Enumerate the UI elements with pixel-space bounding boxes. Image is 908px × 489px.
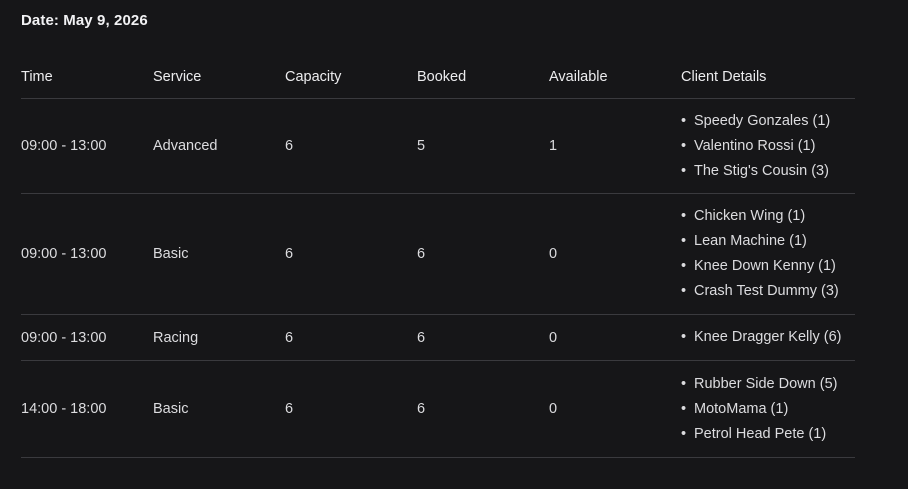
list-item: • Knee Down Kenny (1) [681, 258, 836, 274]
table-row: 09:00 - 13:00 Advanced 6 5 1 • Speedy Gon… [21, 98, 855, 194]
service-cell: Advanced [153, 98, 285, 194]
client-entry: The Stig's Cousin (3) [694, 162, 829, 179]
client-entry: Knee Down Kenny (1) [694, 258, 836, 274]
capacity-cell: 6 [285, 314, 417, 361]
list-item: • Crash Test Dummy (3) [681, 283, 839, 299]
column-header-capacity: Capacity [285, 56, 417, 99]
list-item: • MotoMama (1) [681, 400, 789, 417]
date-heading: Date: May 9, 2026 [21, 12, 148, 29]
client-details-cell: • Chicken Wing (1) • Lean Machine (1) • Kne… [681, 193, 855, 315]
client-entry: Rubber Side Down (5) [694, 375, 838, 392]
available-cell: 0 [549, 314, 681, 361]
table-row: 14:00 - 18:00 Basic 6 6 0 • Rubber Side D… [21, 360, 855, 458]
client-entry: Valentino Rossi (1) [694, 137, 816, 154]
list-item: • Rubber Side Down (5) [681, 375, 838, 392]
time-cell: 09:00 - 13:00 [21, 193, 153, 315]
client-entry: MotoMama (1) [694, 400, 789, 417]
available-cell: 0 [549, 360, 681, 458]
list-item: • Knee Dragger Kelly (6) [681, 329, 842, 345]
schedule-table: Time Service Capacity Booked Available C… [21, 56, 855, 458]
list-item: • Chicken Wing (1) [681, 208, 806, 224]
capacity-cell: 6 [285, 193, 417, 315]
client-details-cell: • Knee Dragger Kelly (6) [681, 314, 855, 361]
service-cell: Basic [153, 193, 285, 315]
capacity-cell: 6 [285, 360, 417, 458]
client-entry: Chicken Wing (1) [694, 208, 806, 224]
client-entry: Speedy Gonzales (1) [694, 112, 831, 129]
client-entry: Knee Dragger Kelly (6) [694, 329, 842, 345]
column-header-service: Service [153, 56, 285, 99]
service-cell: Racing [153, 314, 285, 361]
booked-cell: 6 [417, 193, 549, 315]
client-list: • Speedy Gonzales (1) • Valentino Rossi (1… [681, 109, 855, 184]
column-header-available: Available [549, 56, 681, 99]
table-header-row: Time Service Capacity Booked Available C… [21, 56, 855, 99]
table-row: 09:00 - 13:00 Racing 6 6 0 • Knee Dragger… [21, 314, 855, 361]
available-cell: 0 [549, 193, 681, 315]
client-details-cell: • Speedy Gonzales (1) • Valentino Rossi (1… [681, 98, 855, 194]
time-cell: 09:00 - 13:00 [21, 98, 153, 194]
list-item: • The Stig's Cousin (3) [681, 162, 829, 179]
table-row: 09:00 - 13:00 Basic 6 6 0 • Chicken Wing … [21, 193, 855, 315]
list-item: • Lean Machine (1) [681, 233, 807, 249]
client-list: • Chicken Wing (1) • Lean Machine (1) • Kne… [681, 204, 855, 304]
client-entry: Lean Machine (1) [694, 233, 807, 249]
column-header-time: Time [21, 56, 153, 99]
client-entry: Petrol Head Pete (1) [694, 425, 827, 442]
service-cell: Basic [153, 360, 285, 458]
time-cell: 09:00 - 13:00 [21, 314, 153, 361]
column-header-client-details: Client Details [681, 56, 855, 99]
time-cell: 14:00 - 18:00 [21, 360, 153, 458]
booked-cell: 5 [417, 98, 549, 194]
client-list: • Rubber Side Down (5) • MotoMama (1) • Pet… [681, 372, 855, 447]
client-list: • Knee Dragger Kelly (6) [681, 325, 855, 350]
list-item: • Petrol Head Pete (1) [681, 425, 827, 442]
list-item: • Valentino Rossi (1) [681, 137, 816, 154]
booked-cell: 6 [417, 360, 549, 458]
list-item: • Speedy Gonzales (1) [681, 112, 831, 129]
available-cell: 1 [549, 98, 681, 194]
client-entry: Crash Test Dummy (3) [694, 283, 839, 299]
column-header-booked: Booked [417, 56, 549, 99]
booked-cell: 6 [417, 314, 549, 361]
capacity-cell: 6 [285, 98, 417, 194]
client-details-cell: • Rubber Side Down (5) • MotoMama (1) • Pet… [681, 360, 855, 458]
